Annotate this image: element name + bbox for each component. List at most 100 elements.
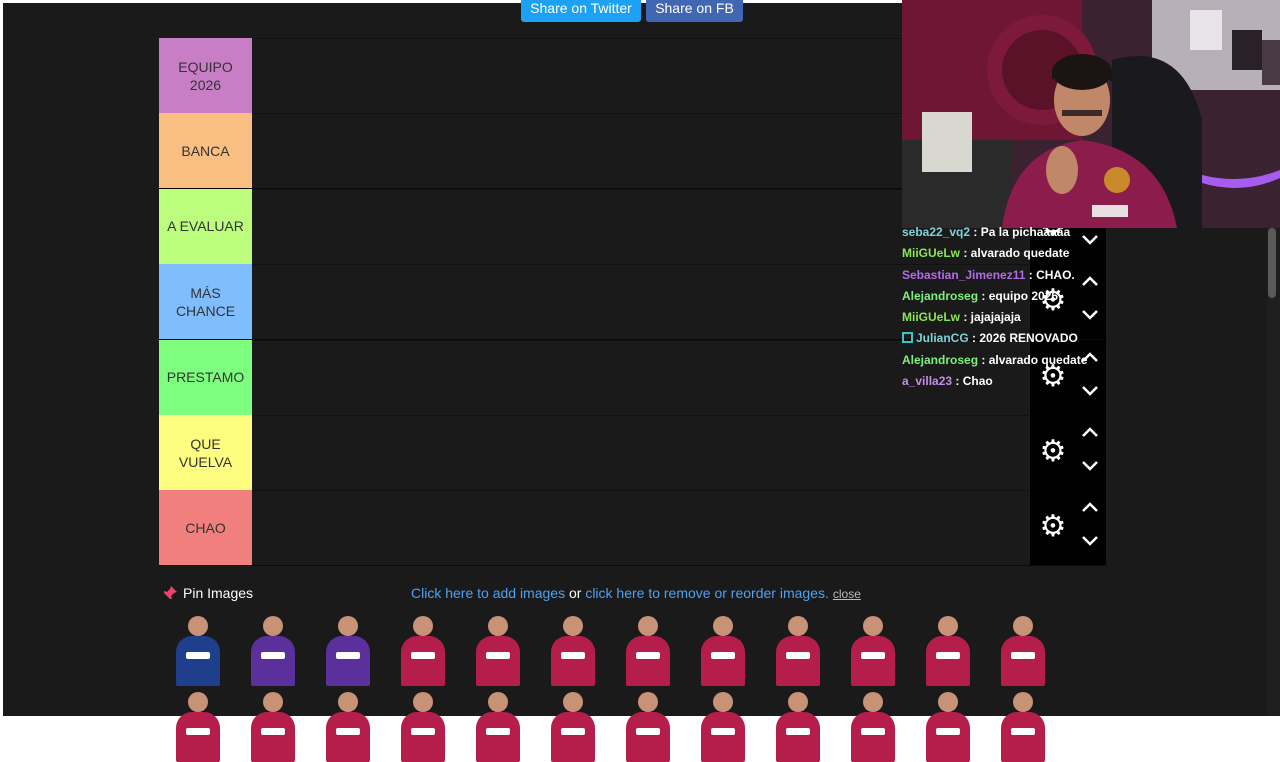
jersey-sponsor <box>486 652 510 659</box>
chat-username[interactable]: Sebastian_Jimenez11 <box>902 268 1025 282</box>
player-thumbnail[interactable] <box>845 688 901 762</box>
player-thumbnail[interactable] <box>920 612 976 686</box>
jersey-sponsor <box>336 728 360 735</box>
player-thumbnail[interactable] <box>545 612 601 686</box>
player-thumbnail[interactable] <box>245 612 301 686</box>
player-jersey <box>926 636 970 686</box>
tier-row: QUE VUELVA ⚙ <box>159 415 1106 491</box>
pin-images-label[interactable]: Pin Images <box>183 585 253 601</box>
jersey-sponsor <box>786 652 810 659</box>
player-thumbnail[interactable] <box>770 688 826 762</box>
jersey-sponsor <box>261 728 285 735</box>
stream-chat-overlay: seba22_vq2 : Pa la pichaaaaa MiiGUeLw : a… <box>902 222 1087 402</box>
chat-message: Sebastian_Jimenez11 : CHAO. <box>902 265 1075 286</box>
player-jersey <box>326 636 370 686</box>
player-thumbnail[interactable] <box>920 688 976 762</box>
player-thumbnail[interactable] <box>470 688 526 762</box>
chat-username[interactable]: Alejandroseg <box>902 289 978 303</box>
chevron-down-icon[interactable] <box>1080 383 1100 399</box>
player-thumbnail[interactable] <box>620 612 676 686</box>
player-thumbnail[interactable] <box>995 688 1051 762</box>
player-thumbnail[interactable] <box>770 612 826 686</box>
tier-label[interactable]: PRESTAMO <box>159 339 252 415</box>
tier-label[interactable]: BANCA <box>159 113 252 189</box>
jersey-sponsor <box>711 728 735 735</box>
player-thumbnail[interactable] <box>545 688 601 762</box>
chat-text: : CHAO. <box>1025 267 1075 282</box>
chat-text: : Pa la pichaaaaa <box>970 225 1071 239</box>
jersey-sponsor <box>936 652 960 659</box>
player-head <box>563 692 583 712</box>
player-thumbnail[interactable] <box>845 612 901 686</box>
tier-drop-zone[interactable] <box>252 415 1029 491</box>
streamer-webcam-image <box>902 0 1280 228</box>
pushpin-icon[interactable] <box>162 585 178 601</box>
chevron-up-icon[interactable] <box>1080 273 1100 289</box>
subscriber-badge-icon <box>902 332 913 344</box>
player-head <box>713 616 733 636</box>
scrollbar-thumb[interactable] <box>1268 228 1276 298</box>
tier-drop-zone[interactable] <box>252 490 1029 566</box>
tier-label[interactable]: A EVALUAR <box>159 188 252 264</box>
jersey-sponsor <box>786 728 810 735</box>
chat-username[interactable]: Alejandroseg <box>902 353 978 367</box>
share-facebook-button[interactable]: Share on FB <box>646 0 743 22</box>
chat-text: : equipo 2026 <box>978 288 1059 303</box>
webcam-overlay <box>902 0 1280 228</box>
chat-text: : alvarado quedate <box>978 352 1088 367</box>
tier-label[interactable]: MÁS CHANCE <box>159 264 252 340</box>
remove-reorder-images-link[interactable]: click here to remove or reorder images. <box>585 585 829 601</box>
player-thumbnail[interactable] <box>620 688 676 762</box>
chevron-down-icon[interactable] <box>1080 307 1100 323</box>
tier-row: CHAO ⚙ <box>159 490 1106 567</box>
jersey-sponsor <box>411 652 435 659</box>
share-twitter-button[interactable]: Share on Twitter <box>521 0 641 22</box>
jersey-sponsor <box>486 728 510 735</box>
jersey-sponsor <box>411 728 435 735</box>
chevron-up-icon[interactable] <box>1080 499 1100 515</box>
chat-username[interactable]: MiiGUeLw <box>902 310 960 324</box>
player-thumbnail[interactable] <box>695 612 751 686</box>
jersey-sponsor <box>711 652 735 659</box>
player-jersey <box>776 636 820 686</box>
player-head <box>338 616 358 636</box>
gear-icon[interactable]: ⚙ <box>1038 512 1068 542</box>
chat-message: MiiGUeLw : alvarado quedate <box>902 243 1069 264</box>
chevron-down-icon[interactable] <box>1080 533 1100 549</box>
chevron-down-icon[interactable] <box>1080 458 1100 474</box>
chat-message: a_villa23 : Chao <box>902 371 1032 392</box>
player-thumbnail[interactable] <box>320 688 376 762</box>
player-thumbnail[interactable] <box>395 612 451 686</box>
gear-icon[interactable]: ⚙ <box>1038 437 1068 467</box>
or-text: or <box>565 585 586 601</box>
chevron-up-icon[interactable] <box>1080 424 1100 440</box>
close-link[interactable]: close <box>833 587 861 601</box>
add-images-link[interactable]: Click here to add images <box>411 585 565 601</box>
player-head <box>788 616 808 636</box>
jersey-sponsor <box>186 728 210 735</box>
player-thumbnail[interactable] <box>170 688 226 762</box>
player-jersey <box>251 636 295 686</box>
player-thumbnail[interactable] <box>695 688 751 762</box>
chat-username[interactable]: JulianCG <box>916 331 969 345</box>
tier-label[interactable]: CHAO <box>159 490 252 566</box>
chat-username[interactable]: seba22_vq2 <box>902 225 970 239</box>
chat-message: Alejandroseg : equipo 2026 <box>902 286 1058 307</box>
player-thumbnail[interactable] <box>995 612 1051 686</box>
jersey-sponsor <box>1011 728 1035 735</box>
player-jersey <box>701 636 745 686</box>
tier-label[interactable]: QUE VUELVA <box>159 415 252 490</box>
player-thumbnail[interactable] <box>245 688 301 762</box>
chat-username[interactable]: a_villa23 <box>902 374 952 388</box>
player-thumbnail[interactable] <box>395 688 451 762</box>
chat-text: : Chao <box>952 374 993 389</box>
player-thumbnail[interactable] <box>320 612 376 686</box>
player-thumbnail[interactable] <box>470 612 526 686</box>
chat-text: : jajajajaja <box>960 310 1021 325</box>
tier-label[interactable]: EQUIPO 2026 <box>159 38 252 113</box>
player-thumbnail[interactable] <box>170 612 226 686</box>
chat-username[interactable]: MiiGUeLw <box>902 246 960 260</box>
player-head <box>338 692 358 712</box>
jersey-sponsor <box>636 652 660 659</box>
chevron-down-icon[interactable] <box>1080 232 1100 248</box>
